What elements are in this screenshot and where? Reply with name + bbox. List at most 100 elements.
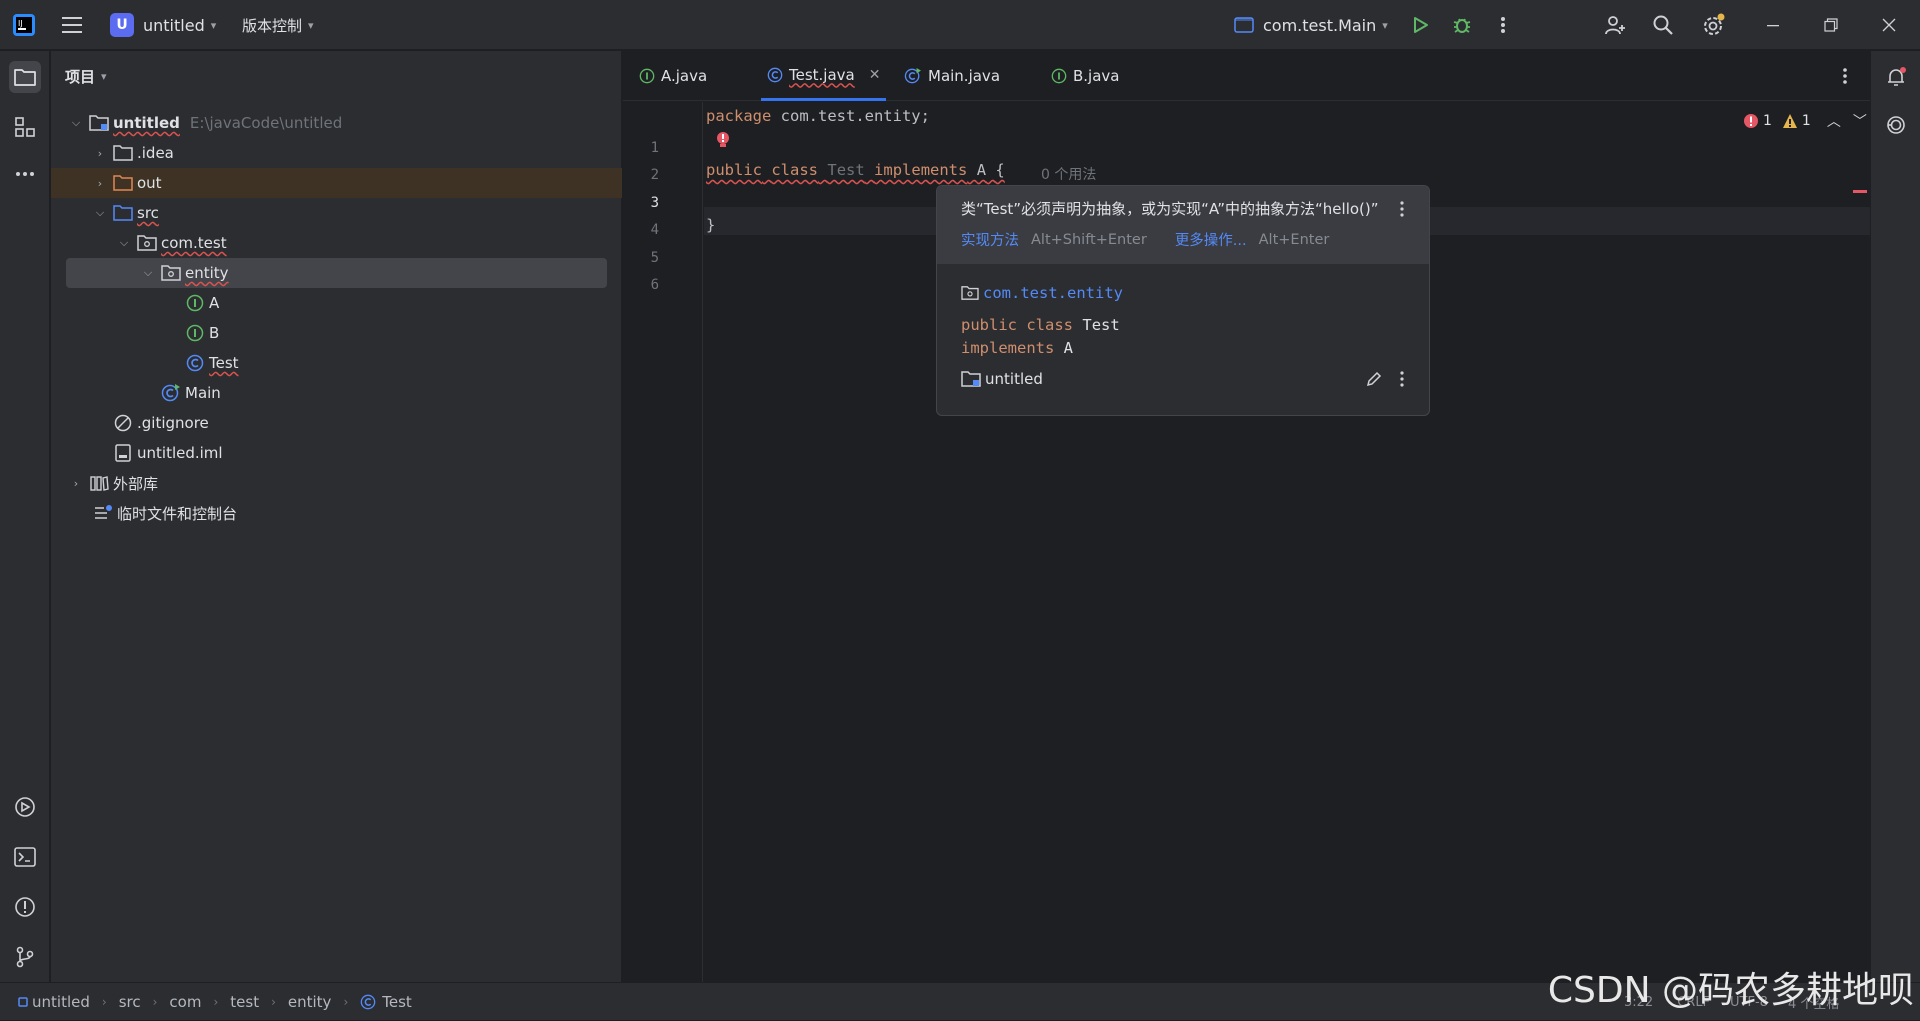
tabs-more-icon[interactable] bbox=[1842, 51, 1848, 101]
tree-row-iml[interactable]: untitled.iml bbox=[51, 438, 622, 468]
edit-source-icon[interactable] bbox=[1365, 370, 1383, 388]
app-logo-icon[interactable]: IJ bbox=[12, 0, 36, 50]
tree-row-com-test[interactable]: ⌵ com.test bbox=[51, 228, 622, 258]
code-keyword: implements bbox=[961, 339, 1055, 357]
more-actions-icon[interactable] bbox=[1500, 0, 1506, 50]
popup-package-link[interactable]: com.test.entity bbox=[983, 284, 1123, 302]
module-icon bbox=[18, 997, 28, 1007]
tree-row-b[interactable]: B bbox=[51, 318, 622, 348]
project-tool-icon[interactable] bbox=[9, 61, 41, 93]
implement-methods-link[interactable]: 实现方法 bbox=[961, 229, 1019, 250]
tab-label: A.java bbox=[661, 67, 708, 85]
project-badge: U bbox=[110, 13, 134, 37]
tree-row-scratches[interactable]: 临时文件和控制台 bbox=[51, 498, 622, 528]
interface-icon bbox=[639, 68, 655, 84]
run-config-selector[interactable]: com.test.Main ▾ bbox=[1234, 0, 1388, 50]
tree-row-external-libs[interactable]: › 外部库 bbox=[51, 468, 622, 498]
tab-a-java[interactable]: A.java bbox=[639, 51, 707, 101]
code-line-3[interactable]: public class Test implements A { bbox=[706, 161, 1005, 179]
chevron-right-icon[interactable]: › bbox=[93, 177, 107, 190]
breadcrumb-item[interactable]: entity bbox=[288, 993, 332, 1011]
chevron-down-icon[interactable]: ⌵ bbox=[93, 206, 107, 220]
debug-icon[interactable] bbox=[1451, 0, 1473, 50]
tree-label-scratches: 临时文件和控制台 bbox=[117, 504, 238, 523]
inspection-widget[interactable]: 1 1 ︿ ﹀ bbox=[1743, 111, 1867, 131]
code-text: com.test.entity; bbox=[771, 107, 930, 125]
tree-row-entity[interactable]: ⌵ entity bbox=[66, 258, 607, 288]
popup-error-message: 类“Test”必须声明为抽象，或为实现“A”中的抽象方法“hello()” bbox=[961, 200, 1379, 218]
restore-icon[interactable] bbox=[1824, 0, 1838, 50]
close-window-icon[interactable] bbox=[1882, 0, 1896, 50]
more-tools-icon[interactable] bbox=[9, 158, 41, 190]
tab-test-java[interactable]: Test.java ✕ bbox=[761, 51, 887, 101]
settings-gear-icon[interactable] bbox=[1701, 0, 1727, 50]
code-line-1[interactable]: package com.test.entity; bbox=[706, 107, 930, 125]
intention-bulb-icon[interactable] bbox=[715, 131, 731, 151]
main-menu-icon[interactable] bbox=[62, 0, 84, 50]
tree-row-out[interactable]: › out bbox=[51, 168, 622, 198]
git-tool-icon[interactable] bbox=[9, 941, 41, 973]
vcs-menu[interactable]: 版本控制 ▾ bbox=[242, 0, 314, 50]
vcs-label: 版本控制 bbox=[242, 16, 303, 35]
next-problem-icon[interactable]: ﹀ bbox=[1853, 111, 1867, 131]
notifications-icon[interactable] bbox=[1880, 61, 1912, 93]
more-actions-link[interactable]: 更多操作... bbox=[1175, 229, 1247, 250]
chevron-right-icon[interactable]: › bbox=[93, 147, 107, 160]
tree-row-a[interactable]: A bbox=[51, 288, 622, 318]
package-icon bbox=[961, 286, 979, 300]
project-panel-title: 项目 bbox=[65, 68, 96, 86]
services-tool-icon[interactable] bbox=[9, 791, 41, 823]
search-icon[interactable] bbox=[1652, 0, 1674, 50]
chevron-right-icon: › bbox=[213, 995, 219, 1009]
close-tab-icon[interactable]: ✕ bbox=[869, 67, 881, 83]
tree-row-test[interactable]: Test bbox=[51, 348, 622, 378]
popup-more-icon[interactable] bbox=[1399, 200, 1405, 218]
chevron-down-icon[interactable]: ⌵ bbox=[117, 236, 131, 250]
right-tool-strip bbox=[1870, 51, 1920, 982]
problems-tool-icon[interactable] bbox=[9, 891, 41, 923]
tab-main-java[interactable]: Main.java bbox=[904, 51, 1000, 101]
usages-hint[interactable]: 0 个用法 bbox=[1041, 164, 1096, 184]
tree-label-external-libs: 外部库 bbox=[113, 474, 159, 493]
error-stripe-mark[interactable] bbox=[1853, 190, 1867, 193]
breadcrumb-item[interactable]: src bbox=[119, 993, 141, 1011]
tree-row-root[interactable]: ⌵ untitled E:\javaCode\untitled bbox=[51, 108, 622, 138]
tree-row-main[interactable]: Main bbox=[51, 378, 622, 408]
code-interface-name: A bbox=[976, 161, 987, 179]
run-icon[interactable] bbox=[1410, 0, 1430, 50]
package-icon bbox=[161, 263, 181, 283]
code-interface-name: A bbox=[1063, 339, 1074, 357]
code-line-5[interactable]: } bbox=[706, 216, 715, 234]
project-panel-header[interactable]: 项目 ▾ bbox=[65, 66, 107, 87]
ignore-file-icon bbox=[113, 413, 133, 433]
tree-row-idea[interactable]: › .idea bbox=[51, 138, 622, 168]
chevron-right-icon[interactable]: › bbox=[69, 477, 83, 490]
tree-label-com-test: com.test bbox=[161, 234, 227, 252]
watermark: CSDN @码农多耕地呗 bbox=[1547, 970, 1914, 1011]
project-switcher[interactable]: U untitled ▾ bbox=[110, 0, 216, 50]
tab-b-java[interactable]: B.java bbox=[1051, 51, 1120, 101]
structure-tool-icon[interactable] bbox=[9, 111, 41, 143]
editor-tabs: A.java Test.java ✕ Main.java B.java bbox=[623, 51, 1870, 101]
run-config-label: com.test.Main bbox=[1263, 15, 1377, 35]
add-user-icon[interactable] bbox=[1603, 0, 1627, 50]
terminal-tool-icon[interactable] bbox=[9, 841, 41, 873]
tree-label-entity: entity bbox=[185, 264, 229, 282]
breadcrumb-item[interactable]: com bbox=[169, 993, 201, 1011]
breadcrumb-item[interactable]: test bbox=[230, 993, 259, 1011]
chevron-right-icon: › bbox=[152, 995, 158, 1009]
popup-doc-more-icon[interactable] bbox=[1399, 370, 1405, 388]
line-number: 5 bbox=[650, 250, 659, 266]
tree-row-src[interactable]: ⌵ src bbox=[51, 198, 622, 228]
chevron-down-icon[interactable]: ⌵ bbox=[69, 116, 83, 130]
breadcrumb-item[interactable]: untitled bbox=[32, 993, 90, 1011]
more-actions-shortcut: Alt+Enter bbox=[1258, 231, 1330, 248]
line-number: 4 bbox=[650, 222, 659, 238]
chevron-down-icon[interactable]: ⌵ bbox=[141, 266, 155, 280]
tree-root-path: E:\javaCode\untitled bbox=[189, 114, 343, 132]
breadcrumb-item[interactable]: Test bbox=[382, 993, 412, 1011]
ai-assistant-icon[interactable] bbox=[1880, 109, 1912, 141]
minimize-icon[interactable] bbox=[1766, 0, 1780, 50]
tree-row-gitignore[interactable]: .gitignore bbox=[51, 408, 622, 438]
prev-problem-icon[interactable]: ︿ bbox=[1827, 111, 1841, 131]
